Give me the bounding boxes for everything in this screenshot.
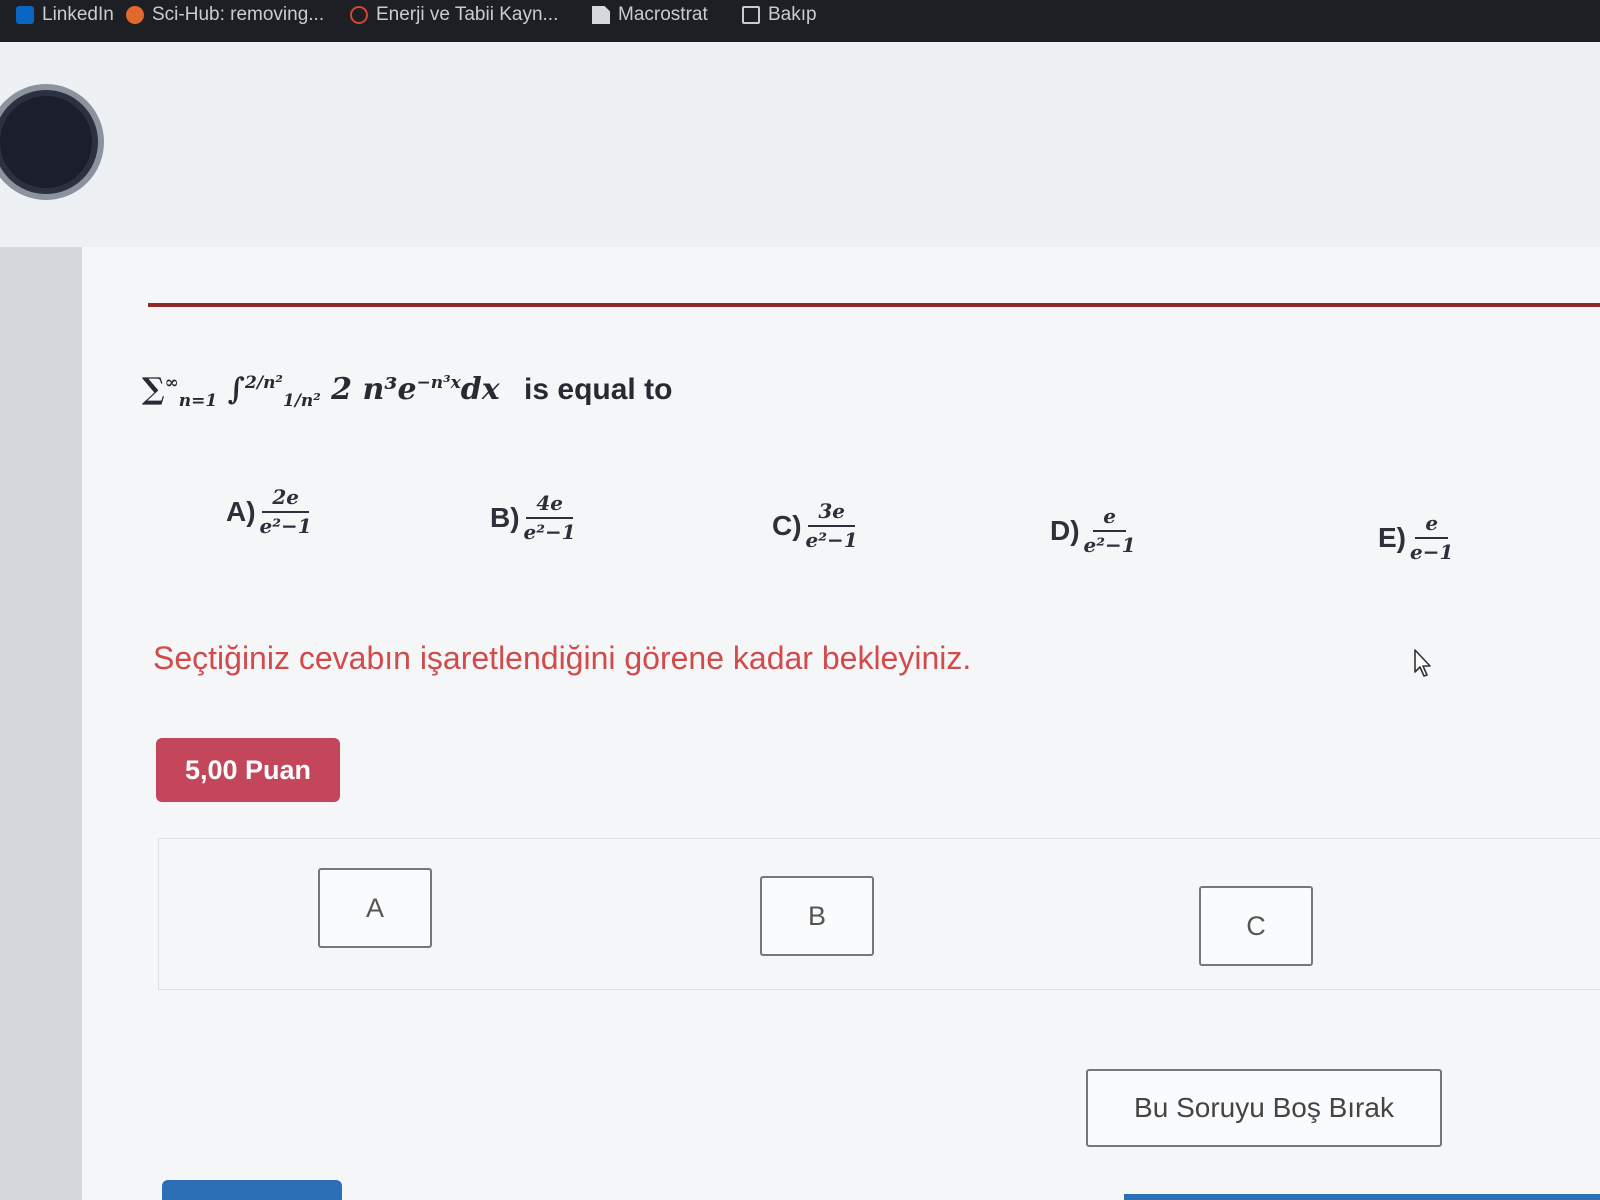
bookmark-label: Macrostrat [618, 4, 708, 25]
bookmark-enerji[interactable]: Enerji ve Tabii Kayn... [350, 0, 558, 30]
answer-button-b[interactable]: B [760, 876, 874, 956]
document-icon [592, 6, 610, 24]
left-rail [0, 247, 82, 1200]
bookmark-label: Bakıp [768, 4, 817, 25]
option-fraction: 2e e²−1 [260, 486, 312, 538]
points-badge: 5,00 Puan [156, 738, 340, 802]
folder-icon [742, 6, 760, 24]
university-logo [0, 84, 104, 200]
option-c: C) 3e e²−1 [772, 500, 858, 552]
numerator: 2e [262, 486, 309, 513]
differential: dx [460, 372, 500, 407]
bookmark-label: Enerji ve Tabii Kayn... [376, 4, 559, 25]
option-letter: B) [490, 502, 520, 533]
option-letter: D) [1050, 515, 1080, 546]
question-tail: is equal to [524, 373, 673, 406]
integral-lower: 1/n² [282, 391, 321, 411]
denominator: e²−1 [1083, 533, 1136, 557]
integrand: 2 n³e [331, 372, 417, 407]
denominator: e−1 [1410, 540, 1454, 564]
denominator: e²−1 [805, 528, 858, 552]
answer-button-a[interactable]: A [318, 868, 432, 948]
bookmark-label: LinkedIn [42, 4, 114, 25]
option-b: B) 4e e²−1 [490, 492, 576, 544]
bookmark-macrostrat[interactable]: Macrostrat [592, 0, 708, 30]
option-letter: E) [1378, 522, 1406, 553]
option-letter: A) [226, 496, 256, 527]
bookmark-linkedin[interactable]: LinkedIn [16, 0, 114, 30]
option-fraction: 4e e²−1 [524, 492, 576, 544]
wait-message: Seçtiğiniz cevabın işaretlendiğini gören… [153, 640, 972, 676]
header-divider [148, 303, 1600, 307]
denominator: e²−1 [523, 520, 576, 544]
sum-upper: ∞ [164, 373, 179, 393]
option-d: D) e e²−1 [1050, 505, 1136, 557]
bookmarks-bar: LinkedIn Sci-Hub: removing... Enerji ve … [0, 0, 1600, 42]
nav-button-partial[interactable] [162, 1180, 342, 1200]
skip-question-button[interactable]: Bu Soruyu Boş Bırak [1086, 1069, 1442, 1147]
linkedin-icon [16, 6, 34, 24]
site-header [0, 42, 1600, 247]
sum-symbol: ∑ [142, 372, 165, 407]
integral-upper: 2/n² [245, 373, 283, 393]
option-a: A) 2e e²−1 [226, 486, 312, 538]
numerator: 4e [526, 492, 573, 519]
option-fraction: e e²−1 [1084, 505, 1136, 557]
mouse-cursor-icon [1414, 649, 1431, 677]
numerator: e [1415, 512, 1449, 539]
sci-hub-icon [126, 6, 144, 24]
option-e: E) e e−1 [1378, 512, 1453, 564]
energy-site-icon [350, 6, 368, 24]
integrand-exponent: −n³x [416, 373, 461, 393]
answer-button-c[interactable]: C [1199, 886, 1313, 966]
bookmark-folder-bakip[interactable]: Bakıp [742, 0, 817, 30]
bookmark-label: Sci-Hub: removing... [152, 4, 325, 25]
numerator: 3e [808, 500, 855, 527]
integral-symbol: ∫ [227, 372, 246, 407]
numerator: e [1093, 505, 1126, 532]
denominator: e²−1 [259, 514, 312, 538]
option-fraction: e e−1 [1410, 512, 1453, 564]
sum-lower: n=1 [178, 391, 218, 411]
question-text: ∑∞n=1 ∫2/n²1/n² 2 n³e−n³xdx is equal to [142, 372, 672, 411]
nav-button-partial-right[interactable] [1124, 1194, 1600, 1200]
option-fraction: 3e e²−1 [806, 500, 858, 552]
bookmark-sci-hub[interactable]: Sci-Hub: removing... [126, 0, 324, 30]
option-letter: C) [772, 510, 802, 541]
